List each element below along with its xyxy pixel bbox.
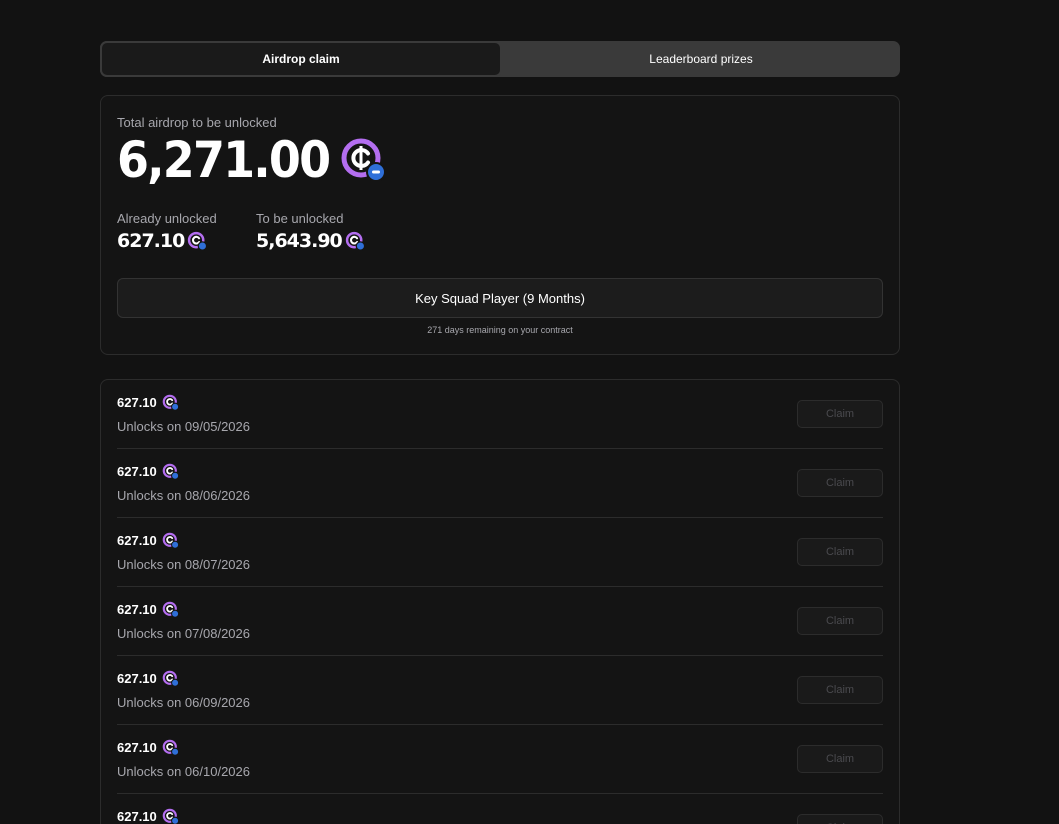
unlock-amount: 627.10 <box>117 394 179 411</box>
token-coin-icon <box>162 739 179 756</box>
claim-button[interactable]: Claim <box>797 745 883 773</box>
claim-button[interactable]: Claim <box>797 400 883 428</box>
to-be-unlocked-label: To be unlocked <box>256 211 344 226</box>
claim-button[interactable]: Claim <box>797 538 883 566</box>
unlock-row: 627.10 Claim <box>117 794 883 824</box>
unlock-date: Unlocks on 06/09/2026 <box>117 695 250 710</box>
unlock-amount: 627.10 <box>117 463 179 480</box>
contract-button[interactable]: Key Squad Player (9 Months) <box>117 278 883 318</box>
unlock-schedule-list: 627.10 Unlocks on 09/05/2026 Claim 627.10 Un… <box>100 379 900 824</box>
unlock-date: Unlocks on 07/08/2026 <box>117 626 250 641</box>
unlock-row: 627.10 Unlocks on 08/07/2026 Claim <box>117 518 883 587</box>
token-coin-icon <box>187 231 208 251</box>
unlock-row: 627.10 Unlocks on 06/09/2026 Claim <box>117 656 883 725</box>
unlock-amount-value: 627.10 <box>117 740 157 755</box>
unlock-row: 627.10 Unlocks on 09/05/2026 Claim <box>117 380 883 449</box>
token-coin-icon <box>162 670 179 687</box>
already-unlocked-amount: 627.10 <box>117 230 185 252</box>
already-unlocked-stat: Already unlocked 627.10 <box>117 211 217 252</box>
unlock-amount: 627.10 <box>117 739 179 756</box>
unlock-date: Unlocks on 09/05/2026 <box>117 419 250 434</box>
contract-remaining-text: 271 days remaining on your contract <box>427 325 573 335</box>
unlock-amount-value: 627.10 <box>117 464 157 479</box>
unlock-amount: 627.10 <box>117 532 179 549</box>
total-airdrop-value: 6,271.00 <box>117 132 386 188</box>
token-coin-icon <box>162 463 179 480</box>
unlock-date: Unlocks on 08/06/2026 <box>117 488 250 503</box>
token-coin-icon <box>162 394 179 411</box>
unlock-row: 627.10 Unlocks on 06/10/2026 Claim <box>117 725 883 794</box>
unlock-amount-value: 627.10 <box>117 671 157 686</box>
token-coin-icon <box>162 601 179 618</box>
unlock-row: 627.10 Unlocks on 08/06/2026 Claim <box>117 449 883 518</box>
token-coin-icon <box>345 231 365 251</box>
to-be-unlocked-amount: 5,643.90 <box>256 230 343 252</box>
claim-button[interactable]: Claim <box>797 814 883 824</box>
tab-bar: Airdrop claim Leaderboard prizes <box>100 41 900 77</box>
to-be-unlocked-stat: To be unlocked 5,643.90 <box>256 211 365 252</box>
unlock-amount-value: 627.10 <box>117 602 157 617</box>
already-unlocked-label: Already unlocked <box>117 211 217 226</box>
unlock-date: Unlocks on 08/07/2026 <box>117 557 250 572</box>
token-coin-icon <box>162 532 179 549</box>
claim-button[interactable]: Claim <box>797 607 883 635</box>
unlock-row: 627.10 Unlocks on 07/08/2026 Claim <box>117 587 883 656</box>
token-coin-icon <box>162 808 179 824</box>
token-coin-icon <box>340 136 386 184</box>
unlock-amount-value: 627.10 <box>117 395 157 410</box>
tab-leaderboard-prizes[interactable]: Leaderboard prizes <box>502 41 900 77</box>
total-airdrop-label: Total airdrop to be unlocked <box>117 115 277 130</box>
tab-airdrop-claim[interactable]: Airdrop claim <box>100 41 502 77</box>
claim-button[interactable]: Claim <box>797 676 883 704</box>
unlock-amount: 627.10 <box>117 601 179 618</box>
unlock-amount: 627.10 <box>117 808 179 824</box>
unlock-amount: 627.10 <box>117 670 179 687</box>
unlock-amount-value: 627.10 <box>117 533 157 548</box>
claim-button[interactable]: Claim <box>797 469 883 497</box>
airdrop-page: Airdrop claim Leaderboard prizes Total a… <box>0 0 1059 824</box>
unlock-date: Unlocks on 06/10/2026 <box>117 764 250 779</box>
airdrop-summary-card: Total airdrop to be unlocked 6,271.00 Al… <box>100 95 900 355</box>
total-airdrop-amount: 6,271.00 <box>117 131 331 189</box>
unlock-amount-value: 627.10 <box>117 809 157 824</box>
